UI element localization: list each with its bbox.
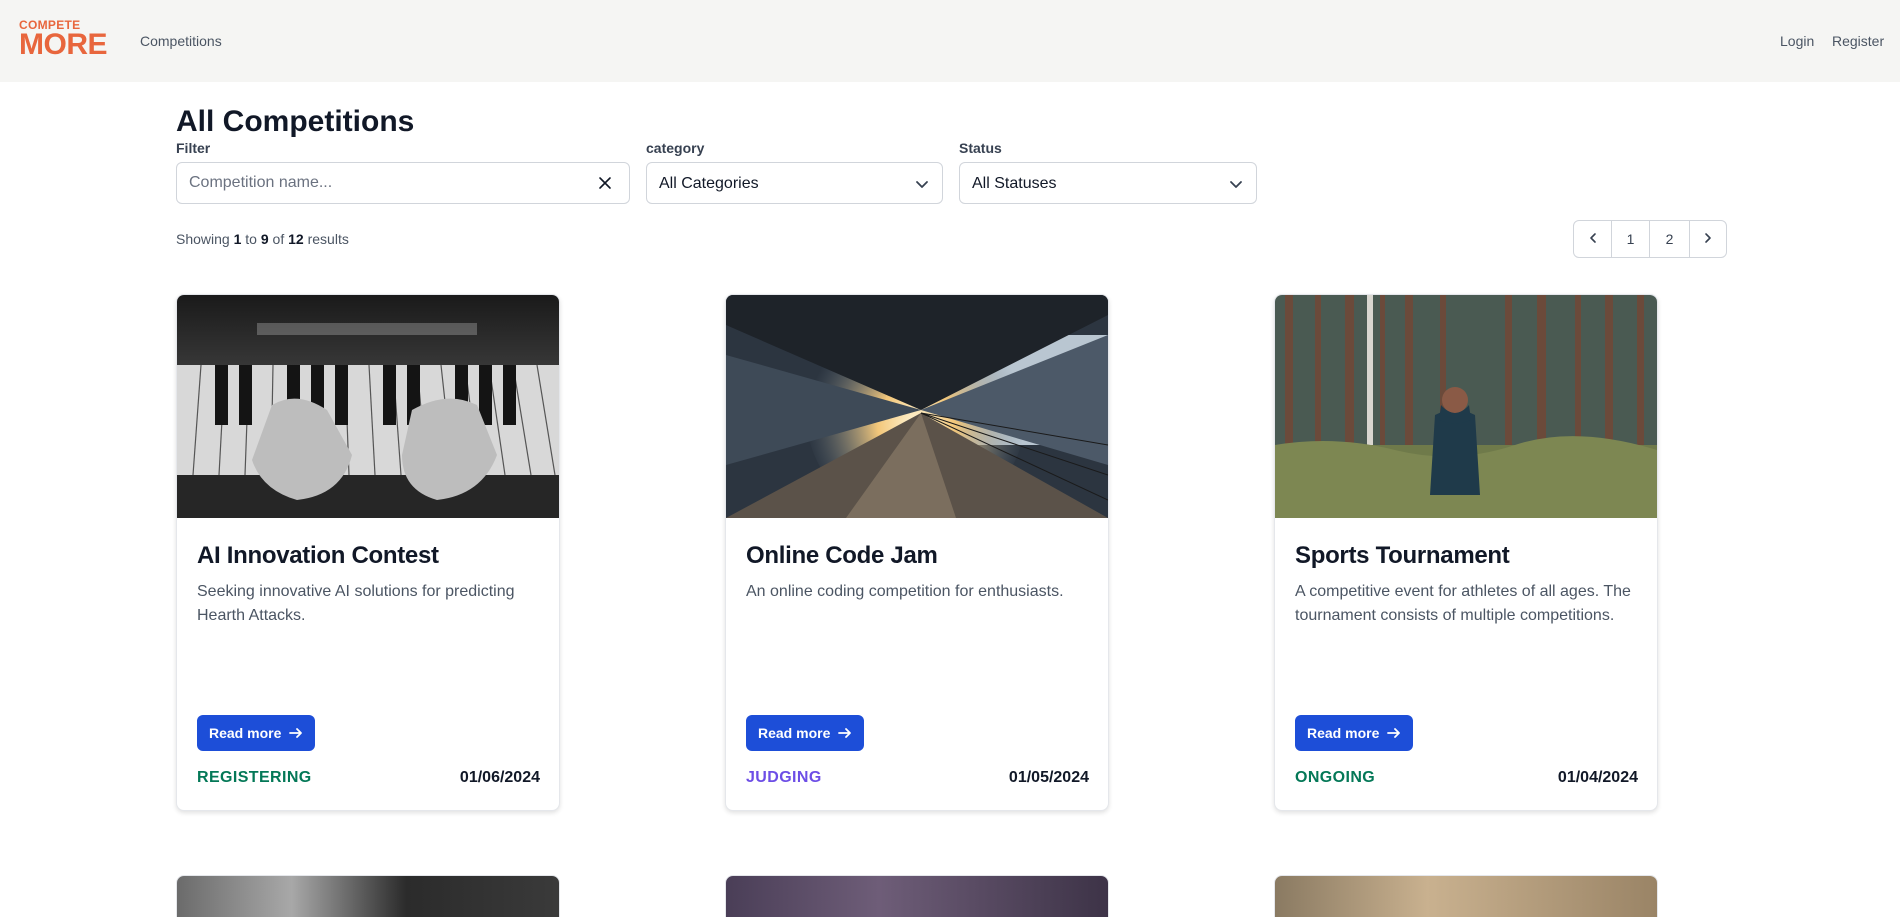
status-badge: ONGOING (1295, 769, 1376, 786)
card-date: 01/04/2024 (1557, 769, 1638, 786)
results-to: 9 (260, 231, 269, 247)
status-select[interactable]: All Statuses (959, 162, 1257, 204)
status-selected-value: All Statuses (972, 175, 1057, 192)
close-icon[interactable] (597, 175, 613, 191)
card-date: 01/05/2024 (1008, 769, 1089, 786)
card-image-forest (1275, 295, 1657, 518)
results-prefix: Showing (176, 231, 230, 247)
card-image-piano (177, 295, 559, 518)
filter-label: Filter (176, 140, 211, 156)
category-selected-value: All Categories (659, 175, 759, 192)
read-more-label: Read more (758, 725, 831, 741)
results-to-word: to (245, 231, 257, 247)
read-more-button[interactable]: Read more (197, 715, 316, 751)
card-title: Sports Tournament (1295, 542, 1510, 569)
read-more-label: Read more (1307, 725, 1380, 741)
card-description: A competitive event for athletes of all … (1295, 583, 1631, 624)
arrow-right-icon (289, 728, 303, 738)
chevron-down-icon (914, 176, 930, 192)
card-date: 01/06/2024 (459, 769, 540, 786)
status-badge: JUDGING (746, 769, 822, 786)
competition-card-partial[interactable] (725, 875, 1109, 917)
category-select[interactable]: All Categories (646, 162, 943, 204)
nav-competitions-link[interactable]: Competitions (140, 33, 222, 49)
login-link[interactable]: Login (1780, 33, 1814, 49)
pagination-prev-button[interactable] (1574, 221, 1612, 257)
pagination: 1 2 (1573, 220, 1727, 258)
compete-more-logo[interactable]: COMPETE MORE (19, 19, 115, 61)
card-title: Online Code Jam (746, 542, 938, 569)
results-summary: Showing 1 to 9 of 12 results (176, 231, 349, 247)
competition-card: Online Code Jam An online coding competi… (725, 294, 1109, 811)
results-suffix: results (307, 231, 349, 247)
competition-name-input[interactable] (189, 163, 589, 203)
category-label: category (646, 140, 705, 156)
pagination-page-1[interactable]: 1 (1612, 221, 1650, 257)
status-badge: REGISTERING (197, 769, 312, 786)
competition-card: Sports Tournament A competitive event fo… (1274, 294, 1658, 811)
read-more-button[interactable]: Read more (746, 715, 865, 751)
chevron-down-icon (1228, 176, 1244, 192)
read-more-button[interactable]: Read more (1295, 715, 1414, 751)
competition-search-field (176, 162, 630, 204)
top-navbar: COMPETE MORE Competitions Login Register (0, 0, 1900, 82)
arrow-right-icon (1387, 728, 1401, 738)
logo-text-big: MORE (19, 28, 108, 61)
page-title: All Competitions (176, 105, 415, 138)
pagination-page-2[interactable]: 2 (1650, 221, 1690, 257)
competition-card: AI Innovation Contest Seeking innovative… (176, 294, 560, 811)
chevron-left-icon (1587, 231, 1599, 247)
arrow-right-icon (838, 728, 852, 738)
competition-card-partial[interactable] (176, 875, 560, 917)
competition-card-partial[interactable] (1274, 875, 1658, 917)
results-of-word: of (272, 231, 285, 247)
pagination-next-button[interactable] (1690, 221, 1726, 257)
card-description: Seeking innovative AI solutions for pred… (197, 583, 515, 624)
results-from: 1 (233, 231, 242, 247)
card-image-train-station (726, 295, 1108, 518)
read-more-label: Read more (209, 725, 282, 741)
card-description: An online coding competition for enthusi… (746, 583, 1064, 600)
results-total: 12 (288, 231, 304, 247)
chevron-right-icon (1702, 231, 1714, 247)
status-label: Status (959, 140, 1002, 156)
card-title: AI Innovation Contest (197, 542, 439, 569)
register-link[interactable]: Register (1832, 33, 1884, 49)
